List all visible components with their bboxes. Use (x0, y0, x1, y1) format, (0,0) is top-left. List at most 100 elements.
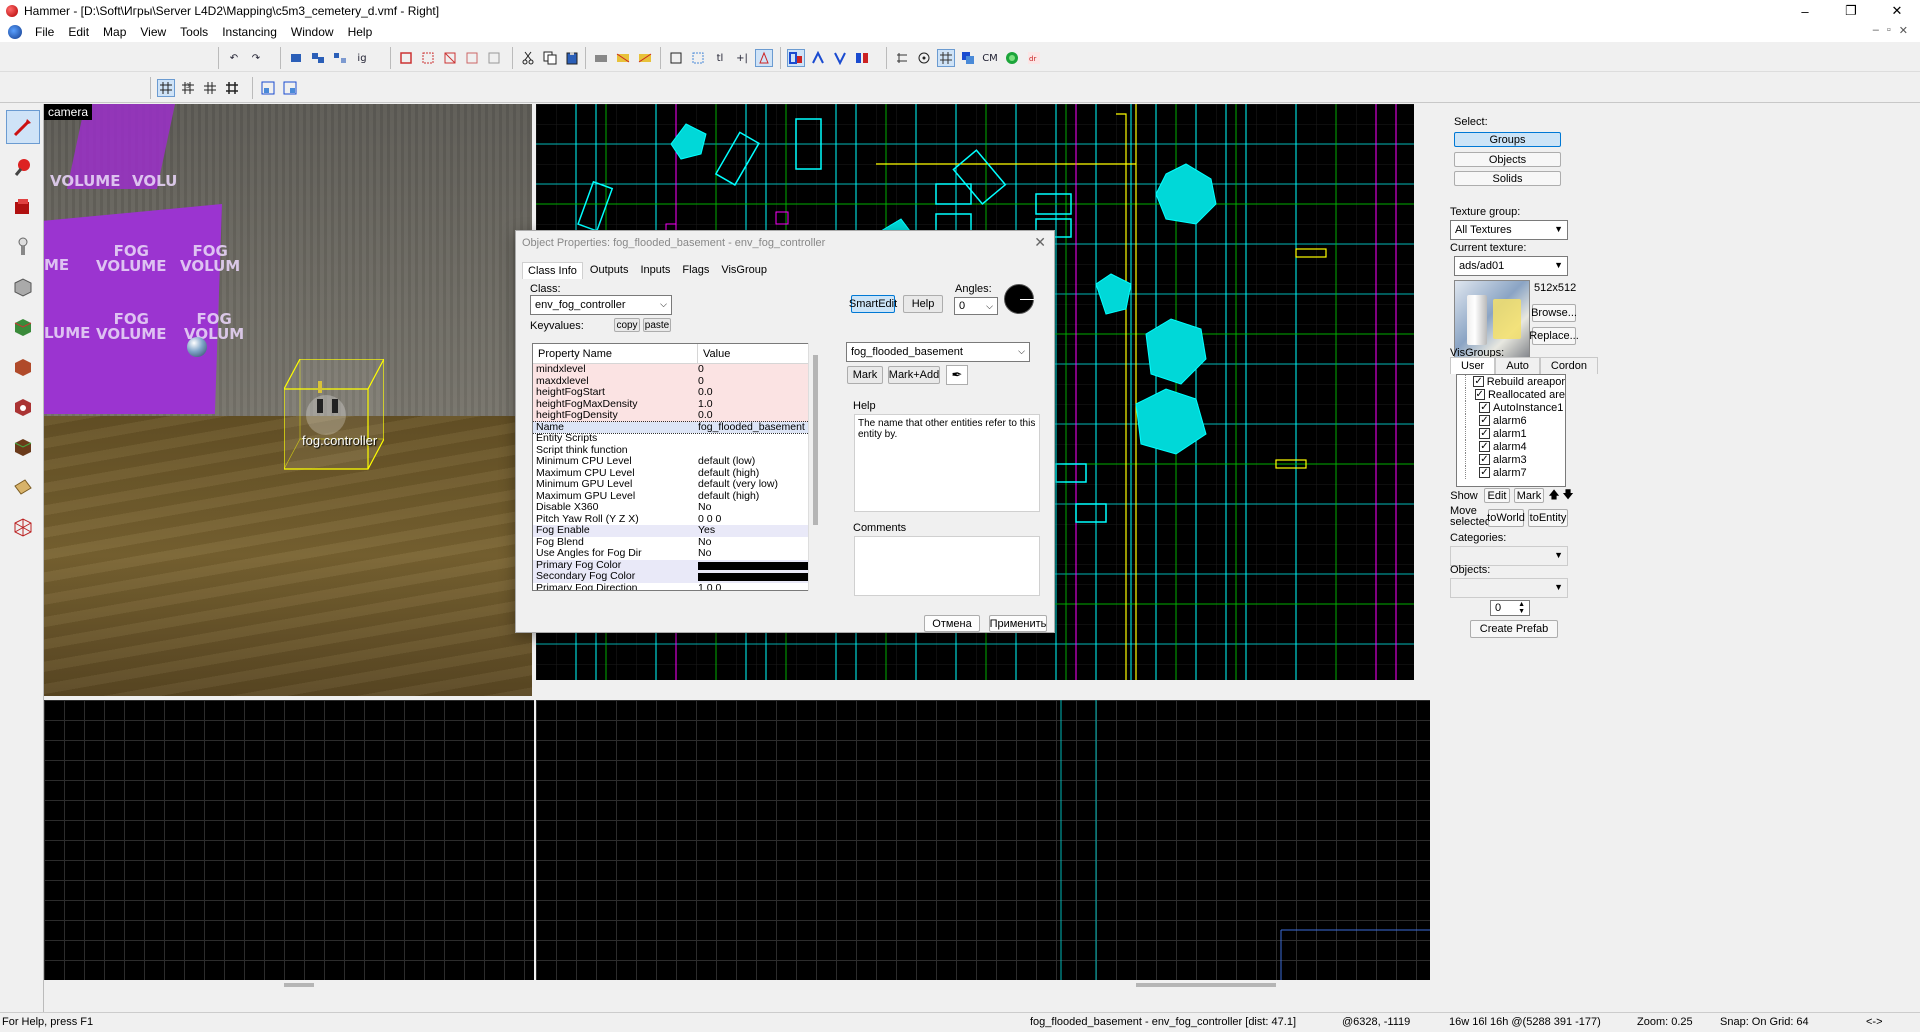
header-property-name[interactable]: Property Name (533, 344, 698, 363)
texture-tool-icon[interactable] (6, 310, 40, 344)
menu-map[interactable]: Map (96, 25, 133, 39)
tab-outputs[interactable]: Outputs (585, 262, 634, 279)
texture-lock-icon[interactable] (592, 49, 610, 67)
cut-icon[interactable] (519, 49, 537, 67)
select-objects-button[interactable]: Objects (1454, 152, 1561, 167)
visgroup-item[interactable]: ✓ Reallocated are (1457, 388, 1565, 401)
menu-instancing[interactable]: Instancing (215, 25, 284, 39)
property-row[interactable]: Secondary Fog Color (533, 571, 821, 583)
value-edit-combo[interactable]: fog_flooded_basement ⌵ (846, 342, 1030, 362)
move-up-icon[interactable]: 🡅 (1548, 488, 1560, 503)
property-row[interactable]: Disable X360 No (533, 502, 821, 514)
radius-culling-icon[interactable] (915, 49, 933, 67)
property-row[interactable]: Use Angles for Fog Dir No (533, 548, 821, 560)
property-row[interactable]: Primary Fog Direction 1 0 0 (533, 583, 821, 591)
property-row[interactable]: Minimum GPU Level default (very low) (533, 479, 821, 491)
property-row[interactable]: Name fog_flooded_basement (533, 420, 821, 434)
camera-viewport-label[interactable]: camera (44, 104, 93, 120)
visgroup-item[interactable]: ✓ Rebuild areapor (1457, 375, 1565, 388)
paste-icon[interactable] (563, 49, 581, 67)
eyedropper-icon[interactable]: ✒ (946, 365, 968, 385)
spinner-arrows-icon[interactable]: ▲ ▼ (1518, 601, 1525, 615)
angle-compass-icon[interactable] (1004, 284, 1034, 314)
selection-tool-icon[interactable] (6, 110, 40, 144)
visgroup-item[interactable]: ✓ AutoInstance1 (1457, 401, 1565, 414)
menu-help[interactable]: Help (341, 25, 380, 39)
texture-group-combo[interactable]: All Textures ▼ (1450, 220, 1568, 240)
property-row[interactable]: Maximum CPU Level default (high) (533, 468, 821, 480)
apply-texture-tool-icon[interactable] (6, 350, 40, 384)
mdi-restore-button[interactable]: ▫ (1887, 24, 1891, 37)
visgroup-checkbox[interactable]: ✓ (1479, 415, 1490, 426)
select-by-handles-icon[interactable] (689, 49, 707, 67)
camera-viewport[interactable]: VOLUME VOLU FOG VOLUME FOG VOLUM FOG VOL… (44, 104, 532, 696)
class-combo[interactable]: env_fog_controller ⌵ (530, 295, 672, 315)
grid-vertical-scrollbar[interactable] (808, 343, 822, 591)
prefab-count-spinner[interactable]: 0 ▲ ▼ (1490, 600, 1530, 616)
create-prefab-button[interactable]: Create Prefab (1470, 620, 1558, 638)
visgroup-list[interactable]: ✓ Rebuild areapor ✓ Reallocated are ✓ AutoI… (1456, 374, 1566, 487)
visgroup-show-button[interactable]: Show (1450, 488, 1478, 503)
tab-flags[interactable]: Flags (677, 262, 714, 279)
texture-lock-toggle-icon[interactable]: tl (711, 49, 729, 67)
property-row[interactable]: Maximum GPU Level default (high) (533, 491, 821, 503)
tab-inputs[interactable]: Inputs (635, 262, 675, 279)
camera-tool-icon[interactable] (6, 190, 40, 224)
visgroup-mark-button[interactable]: Mark (1514, 488, 1544, 503)
show-all-icon[interactable] (441, 49, 459, 67)
show-grid-icon[interactable] (937, 49, 955, 67)
property-row[interactable]: heightFogMaxDensity 1.0 (533, 398, 821, 410)
mdi-close-button[interactable]: ✕ (1899, 24, 1908, 37)
keyvalues-grid[interactable]: Property Name Value mindxlevel 0 maxdxleve… (532, 343, 822, 591)
replace-button[interactable]: Replace... (1529, 327, 1579, 345)
visgroup-checkbox[interactable]: ✓ (1479, 467, 1490, 478)
scroll-thumb[interactable] (813, 355, 818, 525)
visgroup-edit-button[interactable]: Edit (1484, 488, 1510, 503)
redo-icon[interactable]: ↷ (247, 49, 265, 67)
visgroup-checkbox[interactable]: ✓ (1473, 376, 1484, 387)
show-models-icon[interactable] (831, 49, 849, 67)
show-connections-icon[interactable] (959, 49, 977, 67)
property-row[interactable]: Fog Enable Yes (533, 525, 821, 537)
color-swatch[interactable] (698, 561, 810, 570)
ignore-groups-button[interactable]: ig (353, 49, 371, 67)
hide-selected-icon[interactable] (397, 49, 415, 67)
clipping-tool-icon[interactable] (6, 470, 40, 504)
property-row[interactable]: maxdxlevel 0 (533, 375, 821, 387)
visgroup-tab-user[interactable]: User (1450, 357, 1496, 374)
entity-tool-icon[interactable] (6, 230, 40, 264)
visgroup-remove-icon[interactable] (485, 49, 503, 67)
magnify-tool-icon[interactable] (6, 150, 40, 184)
mdi-minimize-button[interactable]: – (1873, 24, 1879, 37)
visgroup-checkbox[interactable]: ✓ (1474, 389, 1485, 400)
select-groups-button[interactable]: Groups (1454, 132, 1561, 147)
visgroup-checkbox[interactable]: ✓ (1479, 428, 1490, 439)
visgroup-tab-auto[interactable]: Auto (1495, 357, 1540, 374)
menu-file[interactable]: File (28, 25, 61, 39)
auto-select-icon[interactable] (755, 49, 773, 67)
visgroup-checkbox[interactable]: ✓ (1479, 441, 1490, 452)
show-models-2d-icon[interactable] (809, 49, 827, 67)
texture-app-icon[interactable] (614, 49, 632, 67)
property-row[interactable]: mindxlevel 0 (533, 364, 821, 376)
ungroup-icon[interactable] (331, 49, 349, 67)
to-entity-button[interactable]: toEntity (1528, 509, 1568, 527)
apply-button[interactable]: Применить (989, 615, 1047, 632)
color-swatch[interactable] (698, 573, 810, 581)
decal-tool-icon[interactable] (6, 390, 40, 424)
show-model-bounds-icon[interactable] (853, 49, 871, 67)
header-value[interactable]: Value (698, 344, 730, 363)
carve-icon[interactable] (287, 49, 305, 67)
visgroup-checkbox[interactable]: ✓ (1479, 454, 1490, 465)
grid-smaller-icon[interactable] (201, 79, 219, 97)
grid-larger-icon[interactable] (223, 79, 241, 97)
close-button[interactable]: ✕ (1874, 0, 1920, 22)
visgroup-checkbox[interactable]: ✓ (1479, 402, 1490, 413)
help-button[interactable]: Help (903, 295, 943, 313)
side-view-horizontal-scrollbar[interactable] (44, 980, 534, 990)
copy-keyvalues-button[interactable]: copy (614, 318, 640, 332)
mark-button[interactable]: Mark (847, 366, 883, 384)
texture-scale-lock-icon[interactable] (636, 49, 654, 67)
smartedit-button[interactable]: SmartEdit (849, 295, 897, 313)
property-row[interactable]: Primary Fog Color (533, 559, 821, 571)
